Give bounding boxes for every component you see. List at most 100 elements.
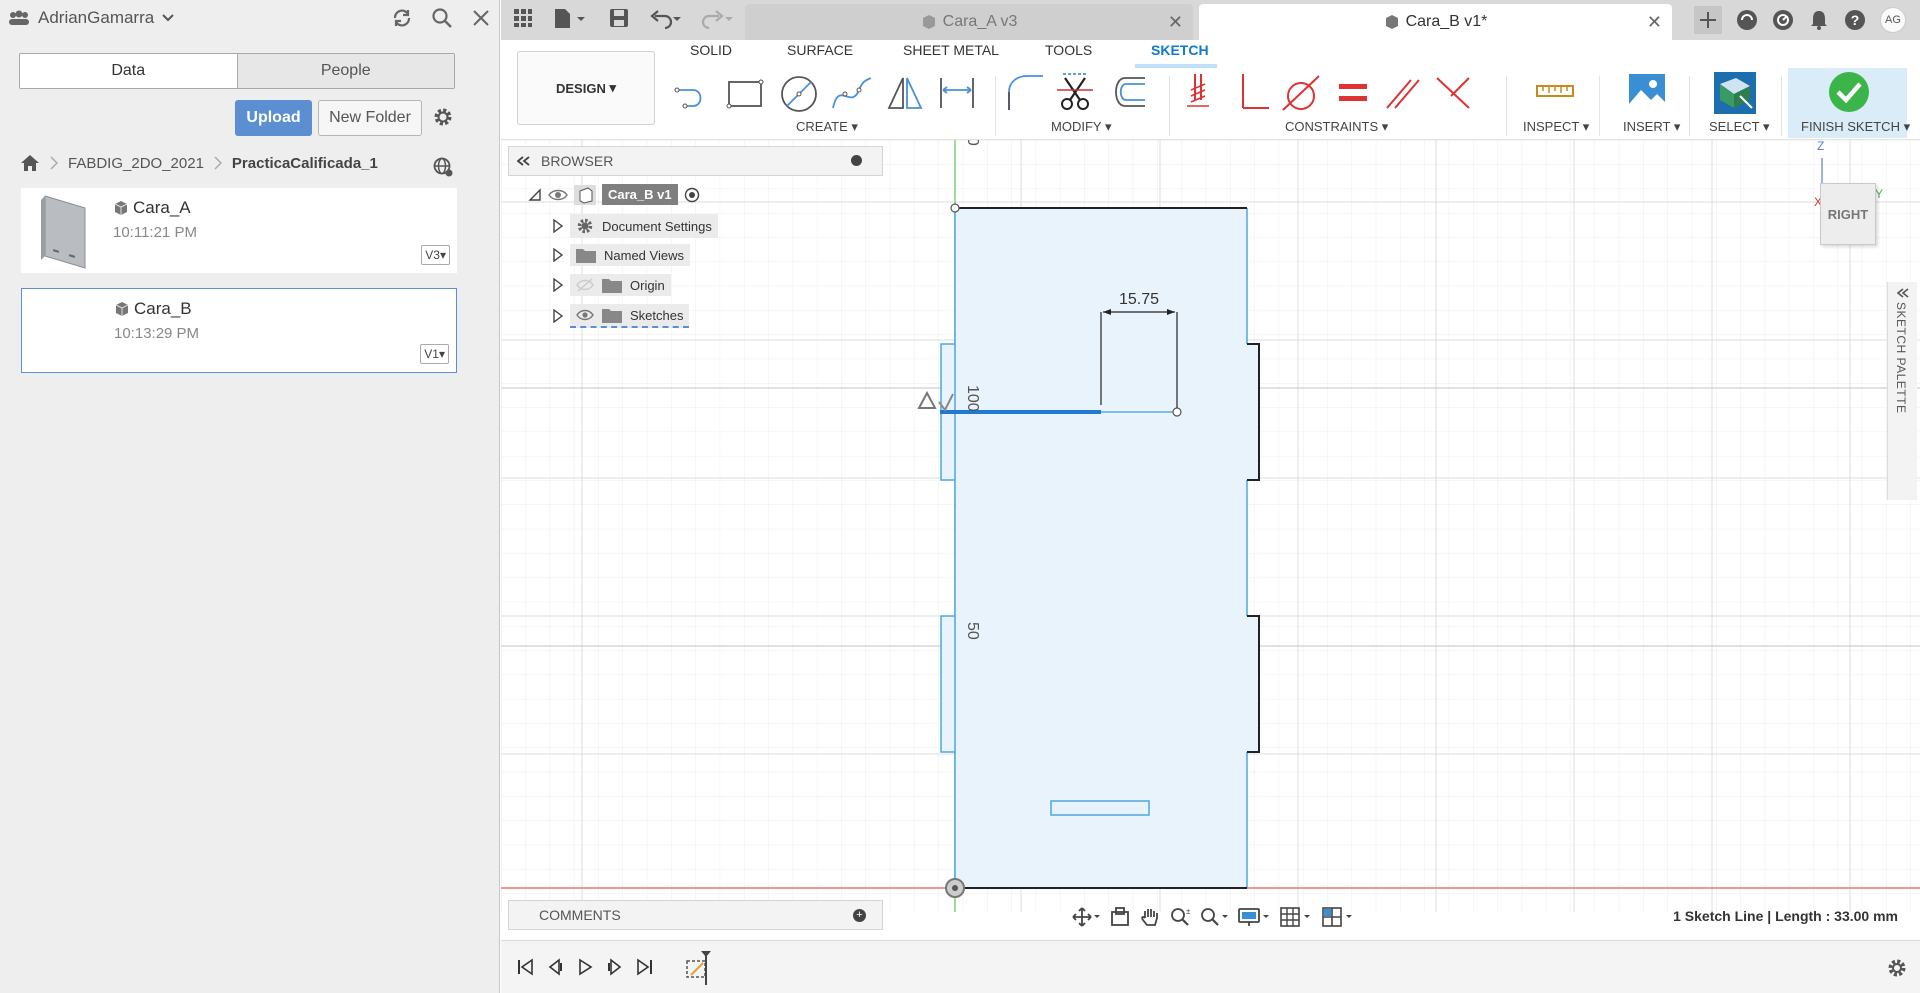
search-icon[interactable] (431, 7, 453, 29)
expand-triangle-icon[interactable] (552, 309, 564, 323)
notifications-icon[interactable] (1808, 9, 1830, 31)
browser-panel-header[interactable]: BROWSER (508, 146, 883, 176)
mirror-tool-icon[interactable] (883, 70, 927, 114)
insert-image-icon[interactable] (1625, 70, 1669, 114)
new-tab-icon[interactable] (1694, 6, 1722, 34)
finish-sketch-button[interactable]: FINISH SKETCH ▾ (1801, 119, 1910, 135)
viewports-icon[interactable] (1321, 906, 1355, 928)
finish-sketch-check-icon[interactable] (1827, 70, 1871, 114)
look-at-icon[interactable] (1109, 906, 1131, 928)
save-icon[interactable] (609, 8, 629, 28)
insert-menu[interactable]: INSERT ▾ (1623, 119, 1680, 135)
step-back-icon[interactable] (547, 958, 563, 976)
select-menu[interactable]: SELECT ▾ (1709, 119, 1769, 135)
fillet-tool-icon[interactable] (1003, 70, 1047, 114)
close-tab-icon[interactable]: ✕ (1647, 12, 1662, 33)
dimension-50-label[interactable]: 50 (964, 622, 981, 640)
tab-data[interactable]: Data (20, 54, 237, 88)
minimize-browser-icon[interactable] (851, 155, 862, 166)
collapse-triangle-icon[interactable] (528, 187, 542, 202)
trim-tool-icon[interactable] (1053, 70, 1097, 114)
select-tool-icon[interactable] (1712, 70, 1758, 116)
dimension-100-label[interactable]: 100 (964, 385, 981, 412)
file-menu-icon[interactable] (553, 8, 587, 30)
app-grid-icon[interactable] (513, 8, 533, 28)
version-dropdown[interactable]: V1▾ (420, 344, 449, 364)
circle-tool-icon[interactable] (777, 70, 821, 114)
sketch-viewport[interactable]: 15.75 100 50 50 (501, 140, 1920, 912)
orbit-icon[interactable] (1071, 906, 1101, 928)
spline-tool-icon[interactable] (829, 70, 873, 114)
rectangle-tool-icon[interactable] (723, 70, 767, 114)
tangent-constraint-icon[interactable] (1279, 70, 1323, 114)
grid-settings-icon[interactable] (1279, 906, 1313, 928)
parallel-constraint-icon[interactable] (1381, 70, 1425, 114)
expand-triangle-icon[interactable] (552, 278, 564, 292)
add-comment-icon[interactable]: + (853, 909, 866, 922)
redo-icon[interactable] (701, 8, 735, 30)
team-selector[interactable]: AdrianGamarra (8, 8, 174, 28)
close-icon[interactable] (471, 8, 491, 28)
line-tool-icon[interactable] (671, 70, 715, 114)
coincident-constraint-icon[interactable] (1181, 70, 1225, 114)
collinear-constraint-icon[interactable] (1431, 70, 1475, 114)
visibility-eye-icon[interactable] (576, 308, 594, 322)
browser-item-document-settings[interactable]: Document Settings (552, 214, 718, 238)
create-menu[interactable]: CREATE ▾ (796, 119, 858, 135)
offset-tool-icon[interactable] (1105, 70, 1149, 114)
sketch-canvas[interactable]: 15.75 100 50 50 Z Y X (501, 140, 1920, 912)
go-to-start-icon[interactable] (517, 958, 533, 976)
file-card-cara-a[interactable]: Cara_A 10:11:21 PM V3▾ (21, 188, 457, 273)
fit-zoom-icon[interactable] (1199, 906, 1229, 928)
activate-radio-icon[interactable] (684, 187, 700, 203)
gear-icon[interactable] (432, 106, 454, 128)
extensions-icon[interactable] (1736, 9, 1758, 31)
browser-item-sketches[interactable]: Sketches (552, 304, 690, 328)
globe-settings-icon[interactable] (432, 156, 454, 178)
user-avatar[interactable]: AG (1880, 7, 1906, 33)
hidden-eye-icon[interactable] (576, 278, 594, 292)
expand-palette-icon[interactable] (1897, 288, 1909, 298)
workspace-switcher[interactable]: DESIGN ▾ (517, 51, 655, 125)
visibility-eye-icon[interactable] (548, 188, 568, 202)
tab-solid[interactable]: SOLID (690, 42, 732, 58)
version-dropdown[interactable]: V3▾ (421, 245, 450, 265)
timeline-sketch-item-icon[interactable] (683, 949, 717, 987)
tab-sheet-metal[interactable]: SHEET METAL (903, 42, 999, 58)
inspect-menu[interactable]: INSPECT ▾ (1523, 119, 1589, 135)
new-folder-button[interactable]: New Folder (318, 100, 422, 136)
close-tab-icon[interactable]: ✕ (1168, 12, 1183, 33)
view-cube[interactable]: RIGHT (1820, 183, 1876, 245)
go-to-end-icon[interactable] (637, 958, 653, 976)
tab-surface[interactable]: SURFACE (787, 42, 853, 58)
display-settings-icon[interactable] (1237, 906, 1271, 928)
dimension-tool-icon[interactable] (935, 70, 979, 114)
file-card-cara-b[interactable]: Cara_B 10:13:29 PM V1▾ (21, 288, 457, 373)
upload-button[interactable]: Upload (235, 100, 312, 136)
browser-item-named-views[interactable]: Named Views (552, 244, 690, 266)
zoom-icon[interactable]: ± (1169, 906, 1191, 928)
dimension-width-label[interactable]: 15.75 (1119, 291, 1159, 308)
step-forward-icon[interactable] (607, 958, 623, 976)
pan-hand-icon[interactable] (1139, 906, 1161, 928)
sketch-palette-collapsed[interactable]: SKETCH PALETTE (1887, 282, 1917, 500)
document-tab-cara-b[interactable]: Cara_B v1* ✕ (1199, 4, 1672, 40)
refresh-icon[interactable] (391, 7, 413, 29)
help-icon[interactable]: ? (1844, 9, 1866, 31)
dimension-top-label[interactable]: 50 (964, 140, 981, 146)
constraints-menu[interactable]: CONSTRAINTS ▾ (1285, 119, 1388, 135)
document-tab-cara-a[interactable]: Cara_A v3 ✕ (745, 4, 1193, 40)
undo-icon[interactable] (649, 8, 683, 30)
browser-item-origin[interactable]: Origin (552, 274, 671, 296)
job-status-icon[interactable] (1772, 9, 1794, 31)
expand-triangle-icon[interactable] (552, 248, 564, 262)
modify-menu[interactable]: MODIFY ▾ (1051, 119, 1111, 135)
browser-root-node[interactable]: Cara_B v1 (528, 184, 700, 205)
breadcrumb-project[interactable]: FABDIG_2DO_2021 (68, 155, 204, 172)
play-icon[interactable] (577, 958, 593, 976)
comments-panel-header[interactable]: COMMENTS + (508, 900, 883, 930)
tab-tools[interactable]: TOOLS (1045, 42, 1092, 58)
timeline-settings-gear-icon[interactable] (1886, 957, 1908, 979)
home-icon[interactable] (20, 154, 40, 172)
collapse-browser-icon[interactable] (517, 156, 531, 166)
